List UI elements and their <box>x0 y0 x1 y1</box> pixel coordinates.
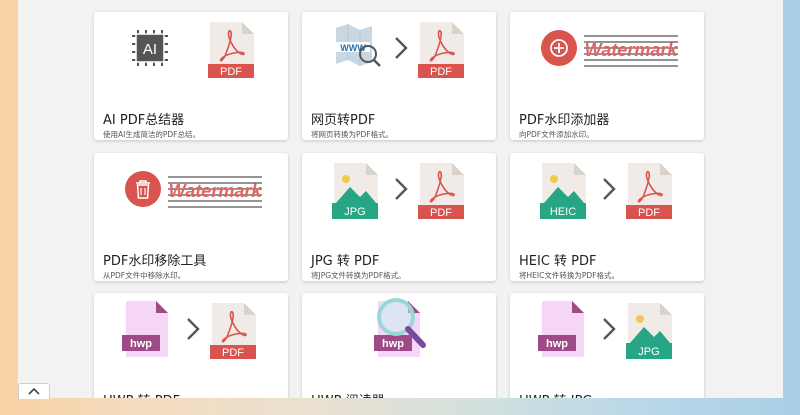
tool-card-pdf-watermark-remover[interactable]: Watermark PDF水印移除工具 从PDF文件中移除水印。 <box>94 153 288 281</box>
webpage-search-icon: WWW <box>336 24 381 67</box>
tool-title: PDF水印添加器 <box>519 113 610 128</box>
tool-card-art: HEIC PDF <box>540 163 672 219</box>
pdf-file-icon: PDF <box>208 22 254 78</box>
hwp-label: hwp <box>382 338 404 350</box>
jpg-label: JPG <box>344 206 365 218</box>
tool-title: JPG 转 PDF <box>311 254 380 269</box>
tool-card-jpg-to-pdf[interactable]: JPG PDF JPG 转 PDF 将JPG文件转换为PDF格式。 <box>302 153 496 281</box>
tool-description: 将网页转换为PDF格式。 <box>311 130 394 139</box>
tool-description: 使用AI生成简洁的PDF总结。 <box>103 130 200 139</box>
tool-description: 将HEIC文件转换为PDF格式。 <box>519 271 619 280</box>
watermark-text-icon: Watermark <box>168 176 263 208</box>
tool-description: 从PDF文件中移除水印。 <box>103 271 186 280</box>
pdf-label: PDF <box>430 66 452 78</box>
tool-description: 将JPG文件转换为PDF格式。 <box>311 271 406 280</box>
tool-card-art: Watermark <box>541 30 679 67</box>
chevron-up-icon <box>28 387 40 395</box>
tool-title: PDF水印移除工具 <box>103 254 207 269</box>
pdf-file-icon: PDF <box>418 163 464 219</box>
watermark-label: Watermark <box>585 40 679 60</box>
pdf-file-icon: PDF <box>210 303 256 359</box>
tool-card-hwp-to-pdf[interactable]: hwp PDF HWP 转 PDF <box>94 293 288 398</box>
tool-title: HWP 阅读器 <box>311 390 385 398</box>
tool-card-hwp-to-jpg[interactable]: hwp JPG HWP 转 JPG <box>510 293 704 398</box>
tool-card-art: Watermark <box>125 171 263 208</box>
tool-description: 向PDF文件添加水印。 <box>519 130 594 139</box>
pdf-label: PDF <box>222 347 244 359</box>
arrow-right-icon <box>395 37 408 59</box>
tool-title: 网页转PDF <box>311 113 376 128</box>
arrow-right-icon <box>395 178 408 200</box>
add-circle-icon <box>541 30 577 66</box>
hwp-label: hwp <box>546 338 568 350</box>
jpg-file-icon: JPG <box>626 303 672 359</box>
watermark-text-icon: Watermark <box>584 35 679 67</box>
tool-title: AI PDF总结器 <box>103 113 185 128</box>
tool-card-hwp-reader[interactable]: hwp HWP 阅读器 <box>302 293 496 398</box>
tool-card-ai-pdf-summarizer[interactable]: AI PDF AI PDF总结器 使用AI生成简洁的PDF总结。 <box>94 12 288 140</box>
tool-card-heic-to-pdf[interactable]: HEIC PDF HEIC 转 PDF 将HEIC文件转换为PDF格式。 <box>510 153 704 281</box>
ai-chip-icon: AI <box>132 30 168 66</box>
trash-circle-icon <box>125 171 161 207</box>
pdf-file-icon: PDF <box>626 163 672 219</box>
tool-title: HWP 转 PDF <box>103 390 180 398</box>
scroll-up-button[interactable] <box>18 383 50 399</box>
jpg-label: JPG <box>638 346 659 358</box>
tool-card-pdf-watermark-adder[interactable]: Watermark PDF水印添加器 向PDF文件添加水印。 <box>510 12 704 140</box>
tool-title: HEIC 转 PDF <box>519 254 597 269</box>
tool-card-art: JPG PDF <box>332 163 464 219</box>
arrow-right-icon <box>603 178 616 200</box>
tool-card-art: hwp JPG <box>538 301 672 359</box>
arrow-right-icon <box>187 318 200 340</box>
heic-file-icon: HEIC <box>540 163 586 219</box>
tool-card-art: hwp <box>374 298 426 357</box>
hwp-file-icon: hwp <box>538 301 584 357</box>
tool-card-art: AI PDF <box>132 22 254 78</box>
watermark-label: Watermark <box>169 181 263 201</box>
tool-title: HWP 转 JPG <box>519 390 592 398</box>
pdf-label: PDF <box>638 207 660 219</box>
pdf-label: PDF <box>220 66 242 78</box>
tool-card-art: hwp PDF <box>122 301 256 359</box>
hwp-file-icon: hwp <box>122 301 168 357</box>
hwp-label: hwp <box>130 338 152 350</box>
heic-label: HEIC <box>550 206 576 218</box>
arrow-right-icon <box>603 318 616 340</box>
pdf-file-icon: PDF <box>418 22 464 78</box>
jpg-file-icon: JPG <box>332 163 378 219</box>
tool-card-art: WWW PDF <box>336 22 464 78</box>
pdf-label: PDF <box>430 207 452 219</box>
chip-label: AI <box>143 41 157 58</box>
tools-grid: AI PDF AI PDF总结器 使用AI生成简洁的PDF总结。 WWW PDF… <box>18 0 783 398</box>
tool-card-webpage-to-pdf[interactable]: WWW PDF 网页转PDF 将网页转换为PDF格式。 <box>302 12 496 140</box>
